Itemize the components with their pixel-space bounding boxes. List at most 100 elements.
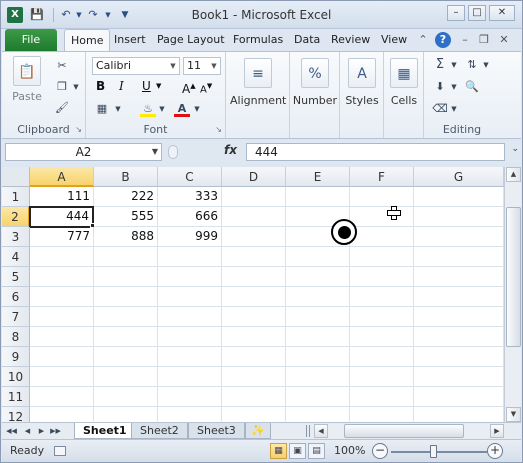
horizontal-scrollbar[interactable]: ◀ ▶ <box>314 424 504 438</box>
cell-c4[interactable] <box>158 247 222 267</box>
cell-a10[interactable] <box>30 367 94 387</box>
cell-e1[interactable] <box>286 187 350 207</box>
prev-sheet-icon[interactable]: ◀ <box>22 425 33 437</box>
cell-c8[interactable] <box>158 327 222 347</box>
cut-icon[interactable]: ✂ <box>54 58 70 74</box>
formula-bar-resize-handle[interactable] <box>168 145 178 159</box>
tab-page-layout[interactable]: Page Layout <box>157 33 225 46</box>
cell-g10[interactable] <box>414 367 504 387</box>
cell-a5[interactable] <box>30 267 94 287</box>
cell-e9[interactable] <box>286 347 350 367</box>
cell-b1[interactable]: 222 <box>94 187 158 207</box>
page-break-view-icon[interactable]: ▤ <box>308 443 325 459</box>
cell-a4[interactable] <box>30 247 94 267</box>
cell-f8[interactable] <box>350 327 414 347</box>
insert-function-icon[interactable]: fx <box>224 143 237 157</box>
sheet-tab-3[interactable]: Sheet3 <box>188 423 245 439</box>
cell-c11[interactable] <box>158 387 222 407</box>
cell-g7[interactable] <box>414 307 504 327</box>
cell-g3[interactable] <box>414 227 504 247</box>
formula-input[interactable]: 444 <box>246 143 505 161</box>
cell-e11[interactable] <box>286 387 350 407</box>
cell-d11[interactable] <box>222 387 286 407</box>
vertical-scroll-thumb[interactable] <box>506 207 521 347</box>
cell-f12[interactable] <box>350 407 414 422</box>
shrink-font-icon[interactable]: A▼ <box>200 77 212 95</box>
row-header-5[interactable]: 5 <box>2 267 30 287</box>
zoom-in-icon[interactable]: + <box>487 443 503 459</box>
tab-file[interactable]: File <box>5 29 57 51</box>
cell-b9[interactable] <box>94 347 158 367</box>
tab-review[interactable]: Review <box>331 33 370 46</box>
bold-button[interactable]: B <box>96 77 105 95</box>
cell-e7[interactable] <box>286 307 350 327</box>
cell-e6[interactable] <box>286 287 350 307</box>
workbook-minimize-icon[interactable]: – <box>457 32 473 48</box>
cell-g12[interactable] <box>414 407 504 422</box>
workbook-close-icon[interactable]: ✕ <box>496 32 512 48</box>
scroll-left-icon[interactable]: ◀ <box>314 424 328 438</box>
number-group[interactable]: % Number <box>290 52 340 138</box>
cell-f2[interactable] <box>350 207 414 227</box>
select-all-corner[interactable] <box>2 167 30 187</box>
insert-sheet-icon[interactable]: ✨ <box>245 423 271 439</box>
cell-c7[interactable] <box>158 307 222 327</box>
row-header-1[interactable]: 1 <box>2 187 30 207</box>
cell-g5[interactable] <box>414 267 504 287</box>
last-sheet-icon[interactable]: ▶▶ <box>50 425 61 437</box>
row-header-6[interactable]: 6 <box>2 287 30 307</box>
cell-a7[interactable] <box>30 307 94 327</box>
tab-data[interactable]: Data <box>294 33 320 46</box>
row-header-10[interactable]: 10 <box>2 367 30 387</box>
cell-b12[interactable] <box>94 407 158 422</box>
cell-e8[interactable] <box>286 327 350 347</box>
cell-d10[interactable] <box>222 367 286 387</box>
worksheet-grid[interactable]: A B C D E F G 1 111 222 333 2 444 555 666 3 777 888 999 4 5 6… <box>2 167 504 422</box>
maximize-icon[interactable]: □ <box>468 5 486 21</box>
cell-g6[interactable] <box>414 287 504 307</box>
cell-c2[interactable]: 666 <box>158 207 222 227</box>
cells-group[interactable]: ▦ Cells <box>384 52 424 138</box>
font-size-combo[interactable]: 11 ▼ <box>183 57 221 75</box>
sheet-tab-1[interactable]: Sheet1 <box>74 423 136 439</box>
tab-formulas[interactable]: Formulas <box>233 33 283 46</box>
row-header-11[interactable]: 11 <box>2 387 30 407</box>
cell-b7[interactable] <box>94 307 158 327</box>
cell-b11[interactable] <box>94 387 158 407</box>
zoom-slider-thumb[interactable] <box>430 445 437 458</box>
cell-b3[interactable]: 888 <box>94 227 158 247</box>
cell-f1[interactable] <box>350 187 414 207</box>
cell-c5[interactable] <box>158 267 222 287</box>
borders-dropdown-icon[interactable]: ▼ <box>110 101 126 117</box>
sort-dropdown-icon[interactable]: ▼ <box>478 57 494 73</box>
cell-c10[interactable] <box>158 367 222 387</box>
zoom-slider-track[interactable] <box>391 451 487 453</box>
cell-d4[interactable] <box>222 247 286 267</box>
cell-g4[interactable] <box>414 247 504 267</box>
cell-g1[interactable] <box>414 187 504 207</box>
cell-d9[interactable] <box>222 347 286 367</box>
cell-d12[interactable] <box>222 407 286 422</box>
cell-d1[interactable] <box>222 187 286 207</box>
cell-a9[interactable] <box>30 347 94 367</box>
format-painter-icon[interactable]: 🖌 <box>54 100 70 116</box>
clear-dropdown-icon[interactable]: ▼ <box>446 101 462 117</box>
copy-dropdown-icon[interactable]: ▼ <box>68 79 84 95</box>
column-header-e[interactable]: E <box>286 167 350 187</box>
tab-split-handle[interactable] <box>306 425 310 437</box>
scroll-right-icon[interactable]: ▶ <box>490 424 504 438</box>
cell-c9[interactable] <box>158 347 222 367</box>
underline-dropdown-icon[interactable]: ▼ <box>156 77 161 95</box>
underline-button[interactable]: U <box>142 77 151 95</box>
font-name-combo[interactable]: Calibri ▼ <box>92 57 180 75</box>
cell-d5[interactable] <box>222 267 286 287</box>
cell-c3[interactable]: 999 <box>158 227 222 247</box>
cell-d2[interactable] <box>222 207 286 227</box>
row-header-7[interactable]: 7 <box>2 307 30 327</box>
close-icon[interactable]: ✕ <box>489 5 515 21</box>
minimize-icon[interactable]: – <box>447 5 465 21</box>
cell-f10[interactable] <box>350 367 414 387</box>
row-header-12[interactable]: 12 <box>2 407 30 422</box>
paste-button[interactable]: 📋 Paste <box>8 56 46 103</box>
cell-d6[interactable] <box>222 287 286 307</box>
